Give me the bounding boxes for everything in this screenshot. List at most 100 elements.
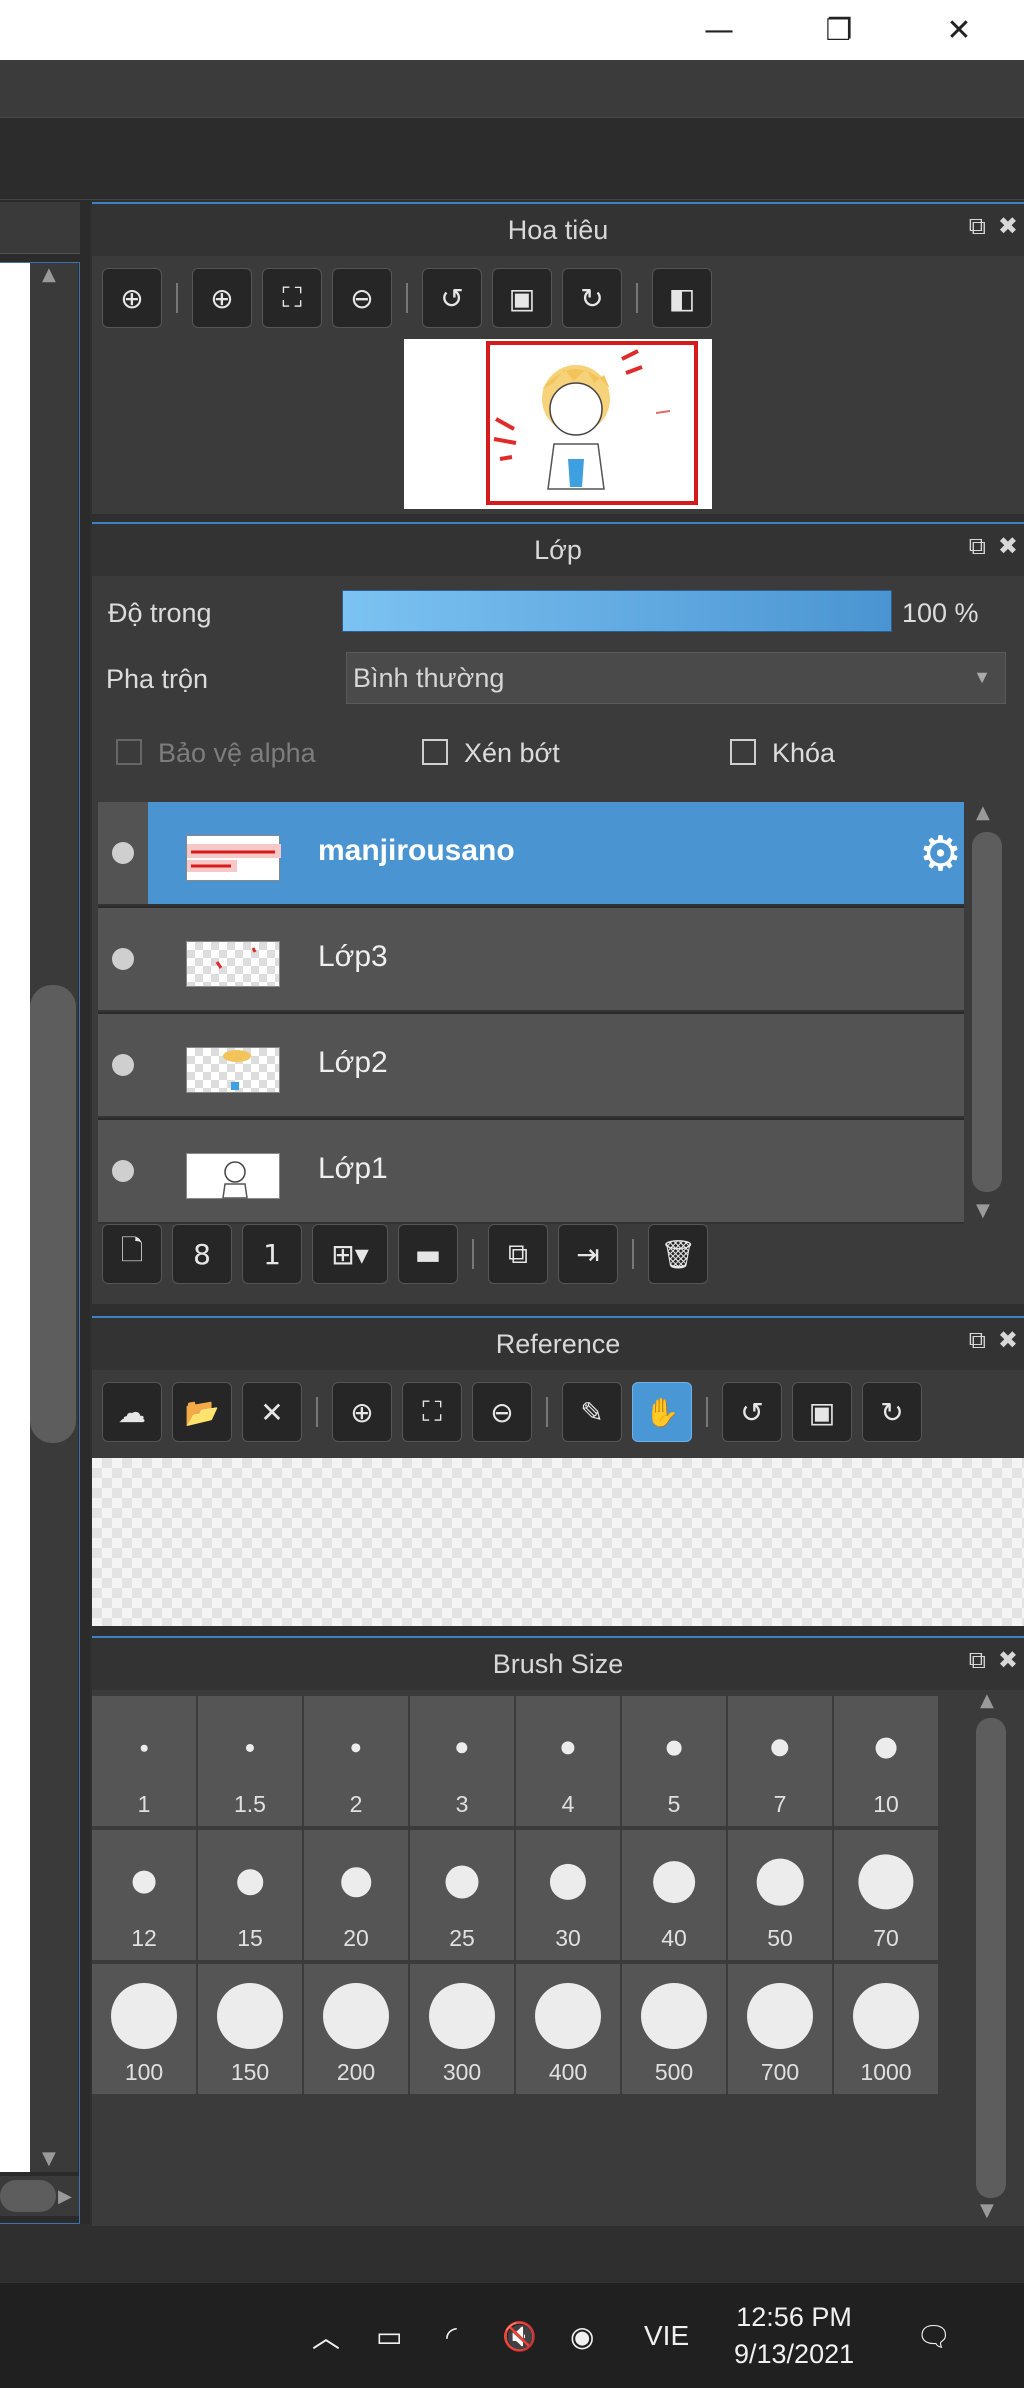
brush-size-option[interactable]: 5 xyxy=(622,1696,726,1826)
brush-size-option[interactable]: 70 xyxy=(834,1830,938,1960)
brush-size-option[interactable]: 2 xyxy=(304,1696,408,1826)
brush-size-option[interactable]: 200 xyxy=(304,1964,408,2094)
reset-view-icon[interactable]: ▣ xyxy=(492,268,552,328)
brush-size-option[interactable]: 4 xyxy=(516,1696,620,1826)
layer-row-lop3[interactable]: Lớp3 xyxy=(98,908,964,1012)
layer-visibility-toggle[interactable] xyxy=(98,1120,148,1222)
brush-size-option[interactable]: 1.5 xyxy=(198,1696,302,1826)
opacity-slider[interactable] xyxy=(342,590,892,632)
restore-button[interactable]: ❐ xyxy=(804,0,874,60)
brush-size-option[interactable]: 1 xyxy=(92,1696,196,1826)
zoom-out-icon[interactable]: ⊖ xyxy=(332,268,392,328)
layer-list-scroll-thumb[interactable] xyxy=(972,832,1002,1192)
brush-size-option[interactable]: 700 xyxy=(728,1964,832,2094)
brush-size-option[interactable]: 150 xyxy=(198,1964,302,2094)
battery-icon[interactable]: ▭ xyxy=(376,2283,402,2388)
brush-size-option[interactable]: 400 xyxy=(516,1964,620,2094)
brush-size-option[interactable]: 15 xyxy=(198,1830,302,1960)
brush-size-scrollbar[interactable]: ▲ ▼ xyxy=(972,1690,1008,2226)
folder-icon[interactable]: ▬ xyxy=(398,1224,458,1284)
layer-list-scrollbar[interactable]: ▲ ▼ xyxy=(968,802,1004,1224)
layer-visibility-toggle[interactable] xyxy=(98,802,148,904)
brush-size-option[interactable]: 12 xyxy=(92,1830,196,1960)
rotate-right-icon[interactable]: ↻ xyxy=(862,1382,922,1442)
scroll-down-arrow-icon[interactable]: ▼ xyxy=(980,2200,994,2221)
brush-preview-dot xyxy=(245,1743,255,1753)
close-panel-icon[interactable]: ✖ xyxy=(998,1326,1018,1354)
protect-alpha-checkbox[interactable] xyxy=(116,739,142,765)
new-8bit-layer-icon[interactable]: 8 xyxy=(172,1224,232,1284)
meet-now-icon[interactable]: ◉ xyxy=(570,2283,594,2388)
brush-size-option[interactable]: 40 xyxy=(622,1830,726,1960)
zoom-in-icon[interactable]: ⊕ xyxy=(192,268,252,328)
brush-size-option[interactable]: 30 xyxy=(516,1830,620,1960)
navigator-preview[interactable] xyxy=(404,339,712,509)
cloud-download-icon[interactable]: ☁ xyxy=(102,1382,162,1442)
new-1bit-layer-icon[interactable]: 1 xyxy=(242,1224,302,1284)
canvas-tab[interactable] xyxy=(0,202,80,254)
open-folder-icon[interactable]: 📂 xyxy=(172,1382,232,1442)
language-indicator[interactable]: VIE xyxy=(644,2283,689,2388)
rotate-left-icon[interactable]: ↺ xyxy=(722,1382,782,1442)
clock-time: 12:56 PM xyxy=(736,2302,852,2332)
popout-icon[interactable]: ⧉ xyxy=(969,1646,986,1674)
layers-panel: Lớp ⧉ ✖ Độ trong 100 % Pha trộn Bình thư… xyxy=(92,522,1024,1304)
brush-size-option[interactable]: 7 xyxy=(728,1696,832,1826)
brush-size-option[interactable]: 1000 xyxy=(834,1964,938,2094)
fit-window-icon[interactable]: ⛶ xyxy=(402,1382,462,1442)
zoom-actual-icon[interactable]: ⊕ xyxy=(102,268,162,328)
delete-layer-icon[interactable]: 🗑 xyxy=(648,1224,708,1284)
add-layer-dropdown-icon[interactable]: ⊞▾ xyxy=(312,1224,388,1284)
close-panel-icon[interactable]: ✖ xyxy=(998,532,1018,560)
blend-mode-select[interactable]: Bình thường ▼ xyxy=(346,652,1006,704)
volume-muted-icon[interactable]: 🔇 xyxy=(502,2283,537,2388)
zoom-out-icon[interactable]: ⊖ xyxy=(472,1382,532,1442)
brush-size-option[interactable]: 500 xyxy=(622,1964,726,2094)
navigator-view-rect[interactable] xyxy=(486,341,698,505)
brush-size-option[interactable]: 300 xyxy=(410,1964,514,2094)
show-hidden-icons-icon[interactable]: ︿ xyxy=(312,2283,340,2388)
gear-icon[interactable]: ⚙ xyxy=(919,826,962,882)
brush-size-option[interactable]: 50 xyxy=(728,1830,832,1960)
layer-row-lop2[interactable]: Lớp2 xyxy=(98,1014,964,1118)
scroll-up-arrow-icon[interactable]: ▲ xyxy=(980,1690,994,1711)
notifications-icon[interactable]: 🗨 xyxy=(916,2283,952,2388)
lock-checkbox[interactable] xyxy=(730,739,756,765)
fit-window-icon[interactable]: ⛶ xyxy=(262,268,322,328)
popout-icon[interactable]: ⧉ xyxy=(969,1326,986,1354)
scroll-down-arrow-icon[interactable]: ▼ xyxy=(976,1200,990,1221)
clock[interactable]: 12:56 PM 9/13/2021 xyxy=(734,2283,854,2388)
duplicate-layer-icon[interactable]: ⧉ xyxy=(488,1224,548,1284)
close-window-button[interactable]: ✕ xyxy=(924,0,994,60)
reset-view-icon[interactable]: ▣ xyxy=(792,1382,852,1442)
brush-size-option[interactable]: 100 xyxy=(92,1964,196,2094)
close-reference-icon[interactable]: ✕ xyxy=(242,1382,302,1442)
rotate-right-icon[interactable]: ↻ xyxy=(562,268,622,328)
layer-visibility-toggle[interactable] xyxy=(98,1014,148,1116)
minimize-button[interactable]: — xyxy=(684,0,754,60)
close-panel-icon[interactable]: ✖ xyxy=(998,1646,1018,1674)
flip-horizontal-icon[interactable]: ◧ xyxy=(652,268,712,328)
layer-row-manjirousano[interactable]: manjirousano ⚙ xyxy=(98,802,964,906)
rotate-left-icon[interactable]: ↺ xyxy=(422,268,482,328)
close-panel-icon[interactable]: ✖ xyxy=(998,212,1018,240)
wifi-icon[interactable]: ◜ xyxy=(446,2283,457,2388)
brush-size-scroll-thumb[interactable] xyxy=(976,1718,1006,2198)
new-layer-icon[interactable]: 🗋 xyxy=(102,1224,162,1284)
brush-size-option[interactable]: 20 xyxy=(304,1830,408,1960)
hand-tool-icon[interactable]: ✋ xyxy=(632,1382,692,1442)
scroll-up-arrow-icon[interactable]: ▲ xyxy=(976,802,990,823)
layer-row-lop1[interactable]: Lớp1 xyxy=(98,1120,964,1224)
zoom-in-icon[interactable]: ⊕ xyxy=(332,1382,392,1442)
popout-icon[interactable]: ⧉ xyxy=(969,532,986,560)
layer-visibility-toggle[interactable] xyxy=(98,908,148,1010)
brush-size-option[interactable]: 25 xyxy=(410,1830,514,1960)
reference-canvas[interactable] xyxy=(92,1458,1024,1626)
eyedropper-icon[interactable]: ✎ xyxy=(562,1382,622,1442)
layer-thumbnail xyxy=(186,1047,280,1093)
popout-icon[interactable]: ⧉ xyxy=(969,212,986,240)
brush-size-option[interactable]: 3 xyxy=(410,1696,514,1826)
clipping-checkbox[interactable] xyxy=(422,739,448,765)
brush-size-option[interactable]: 10 xyxy=(834,1696,938,1826)
merge-down-icon[interactable]: ⇥ xyxy=(558,1224,618,1284)
